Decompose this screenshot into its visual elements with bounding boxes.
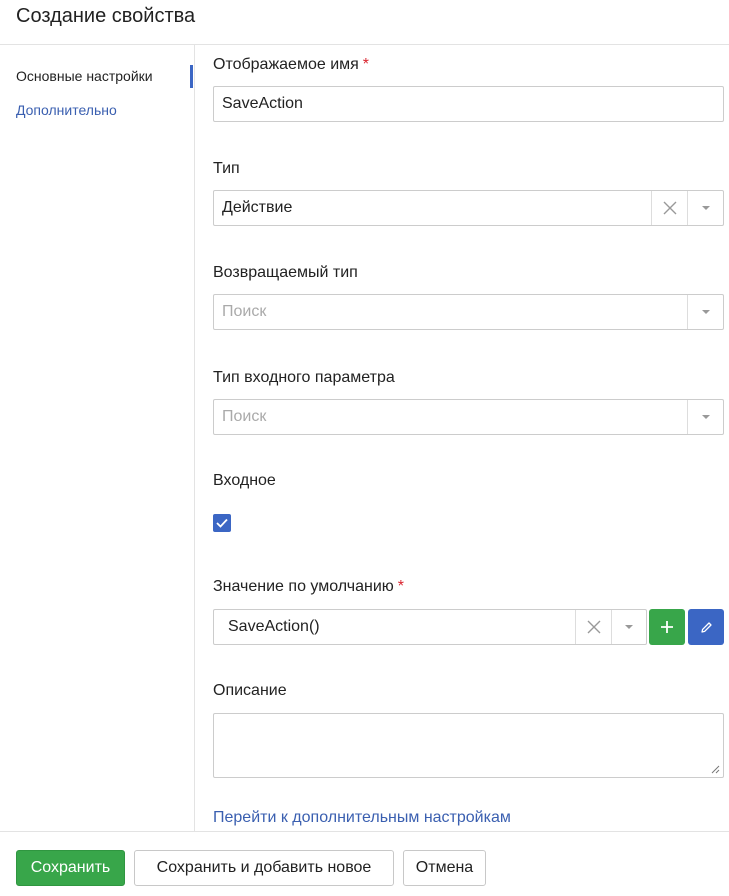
return-type-placeholder: Поиск bbox=[222, 303, 267, 320]
input-param-type-dropdown-button[interactable] bbox=[687, 400, 723, 434]
type-clear-button[interactable] bbox=[651, 191, 687, 225]
edit-default-value-button[interactable] bbox=[688, 609, 724, 645]
type-label: Тип bbox=[213, 160, 240, 177]
sidebar: Основные настройки Дополнительно bbox=[0, 45, 195, 831]
default-value-label: Значение по умолчанию * bbox=[213, 577, 404, 597]
sidebar-active-marker bbox=[190, 65, 193, 88]
default-value-dropdown-button[interactable] bbox=[611, 610, 646, 644]
required-marker: * bbox=[397, 578, 404, 595]
display-name-label-text: Отображаемое имя bbox=[213, 56, 359, 73]
input-param-type-placeholder: Поиск bbox=[222, 408, 267, 425]
required-marker: * bbox=[362, 56, 370, 73]
chevron-down-icon bbox=[701, 415, 710, 419]
display-name-input[interactable]: SaveAction bbox=[213, 86, 724, 122]
clear-icon bbox=[587, 620, 600, 634]
checkmark-icon bbox=[216, 518, 228, 528]
pencil-icon bbox=[700, 621, 712, 633]
type-dropdown-button[interactable] bbox=[687, 191, 723, 225]
input-checkbox[interactable] bbox=[213, 514, 231, 532]
input-label: Входное bbox=[213, 472, 276, 489]
default-value-clear-button[interactable] bbox=[575, 610, 611, 644]
display-name-label: Отображаемое имя * bbox=[213, 55, 369, 75]
description-label: Описание bbox=[213, 682, 287, 699]
additional-settings-link[interactable]: Перейти к дополнительным настройкам bbox=[213, 808, 511, 828]
resize-handle-icon[interactable] bbox=[711, 765, 720, 774]
input-param-type-select[interactable]: Поиск bbox=[213, 399, 724, 435]
plus-icon bbox=[661, 621, 673, 633]
cancel-button[interactable]: Отмена bbox=[403, 850, 486, 886]
sidebar-item-main-settings[interactable]: Основные настройки bbox=[16, 66, 153, 86]
default-value-select[interactable]: SaveAction() bbox=[213, 609, 647, 645]
type-select[interactable]: Действие bbox=[213, 190, 724, 226]
clear-icon bbox=[663, 201, 676, 215]
return-type-label: Возвращаемый тип bbox=[213, 264, 358, 281]
dialog-title: Создание свойства bbox=[16, 5, 196, 27]
return-type-dropdown-button[interactable] bbox=[687, 295, 723, 329]
sidebar-item-additional[interactable]: Дополнительно bbox=[16, 100, 117, 120]
default-value-value: SaveAction() bbox=[228, 618, 320, 635]
chevron-down-icon bbox=[701, 310, 710, 314]
save-button[interactable]: Сохранить bbox=[16, 850, 125, 886]
description-textarea[interactable] bbox=[213, 713, 724, 778]
footer-divider bbox=[0, 831, 729, 832]
chevron-down-icon bbox=[625, 625, 633, 629]
input-param-type-label: Тип входного параметра bbox=[213, 369, 395, 386]
return-type-select[interactable]: Поиск bbox=[213, 294, 724, 330]
default-value-label-text: Значение по умолчанию bbox=[213, 578, 394, 595]
chevron-down-icon bbox=[701, 206, 710, 210]
type-value: Действие bbox=[222, 199, 293, 216]
save-and-add-new-button[interactable]: Сохранить и добавить новое bbox=[134, 850, 394, 886]
display-name-value: SaveAction bbox=[222, 95, 303, 112]
add-default-value-button[interactable] bbox=[649, 609, 685, 645]
